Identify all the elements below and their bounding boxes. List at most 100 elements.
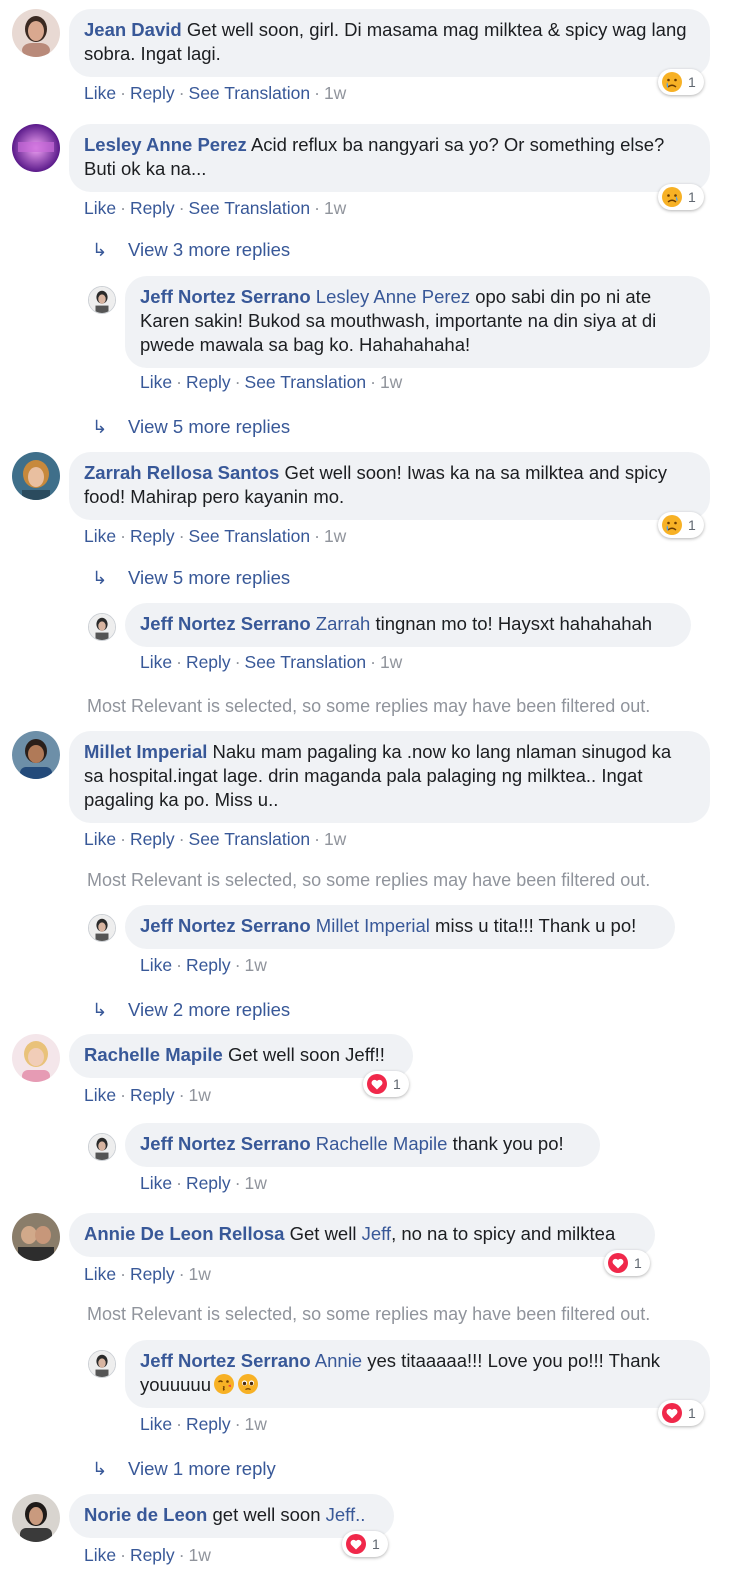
timestamp[interactable]: 1w	[245, 955, 267, 975]
timestamp[interactable]: 1w	[380, 372, 402, 392]
avatar[interactable]	[88, 1350, 116, 1378]
mention-link[interactable]: Millet Imperial	[316, 915, 430, 936]
like-link[interactable]: Like	[84, 1085, 116, 1105]
like-link[interactable]: Like	[140, 652, 172, 672]
reaction-summary[interactable]: 1	[342, 1531, 388, 1557]
comment-author[interactable]: Rachelle Mapile	[84, 1044, 223, 1065]
mention-link[interactable]: Lesley Anne Perez	[316, 286, 470, 307]
timestamp[interactable]: 1w	[380, 652, 402, 672]
comment-bubble: Zarrah Rellosa Santos Get well soon! Iwa…	[69, 452, 710, 520]
view-more-replies[interactable]: ↳ View 5 more replies	[92, 567, 290, 589]
reply-link[interactable]: Reply	[130, 1085, 175, 1105]
view-more-replies[interactable]: ↳ View 2 more replies	[92, 999, 290, 1021]
comment-author[interactable]: Millet Imperial	[84, 741, 207, 762]
comment-author[interactable]: Zarrah Rellosa Santos	[84, 462, 279, 483]
reply-link[interactable]: Reply	[130, 1545, 175, 1565]
reply-author[interactable]: Jeff Nortez Serrano	[140, 286, 311, 307]
like-link[interactable]: Like	[140, 955, 172, 975]
reaction-summary[interactable]: 1	[363, 1071, 409, 1097]
avatar[interactable]	[88, 914, 116, 942]
reaction-summary[interactable]: 1	[658, 69, 704, 95]
see-translation-link[interactable]: See Translation	[189, 829, 311, 849]
comment-author[interactable]: Jean David	[84, 19, 182, 40]
like-link[interactable]: Like	[140, 1173, 172, 1193]
like-link[interactable]: Like	[84, 1545, 116, 1565]
comment-author[interactable]: Annie De Leon Rellosa	[84, 1223, 284, 1244]
avatar[interactable]	[88, 613, 116, 641]
comment-author[interactable]: Lesley Anne Perez	[84, 134, 247, 155]
reply-author[interactable]: Jeff Nortez Serrano	[140, 1133, 311, 1154]
reaction-summary[interactable]: 1	[658, 512, 704, 538]
avatar[interactable]	[12, 452, 60, 500]
reply-link[interactable]: Reply	[130, 1264, 175, 1284]
reaction-count: 1	[372, 1536, 380, 1552]
mention-link[interactable]: Jeff	[362, 1223, 391, 1244]
see-translation-link[interactable]: See Translation	[189, 526, 311, 546]
reply-author[interactable]: Jeff Nortez Serrano	[140, 1350, 311, 1371]
reply-link[interactable]: Reply	[186, 1414, 231, 1434]
reply-link[interactable]: Reply	[130, 526, 175, 546]
like-link[interactable]: Like	[84, 1264, 116, 1284]
timestamp[interactable]: 1w	[245, 1414, 267, 1434]
separator: ·	[120, 83, 126, 103]
avatar[interactable]	[12, 9, 60, 57]
separator: ·	[178, 1545, 185, 1565]
view-more-replies[interactable]: ↳ View 1 more reply	[92, 1458, 276, 1480]
timestamp[interactable]: 1w	[245, 1173, 267, 1193]
mention-link[interactable]: Rachelle Mapile	[316, 1133, 448, 1154]
avatar[interactable]	[12, 1213, 60, 1261]
see-translation-link[interactable]: See Translation	[245, 652, 367, 672]
mention-link[interactable]: Jeff..	[326, 1504, 366, 1525]
comment-author[interactable]: Norie de Leon	[84, 1504, 207, 1525]
reaction-summary[interactable]: 1	[604, 1250, 650, 1276]
mention-link[interactable]: Zarrah	[316, 613, 371, 634]
reply-link[interactable]: Reply	[130, 83, 175, 103]
mention-link[interactable]: Annie	[315, 1350, 362, 1371]
comments-thread: Jean David Get well soon, girl. Di masam…	[0, 0, 750, 1575]
reply-arrow-icon: ↳	[92, 1459, 108, 1479]
separator: ·	[120, 526, 126, 546]
comment-bubble: Jean David Get well soon, girl. Di masam…	[69, 9, 710, 77]
timestamp[interactable]: 1w	[324, 829, 346, 849]
timestamp[interactable]: 1w	[324, 526, 346, 546]
reply-link[interactable]: Reply	[186, 955, 231, 975]
reply-link[interactable]: Reply	[186, 372, 231, 392]
reply-link[interactable]: Reply	[130, 829, 175, 849]
avatar[interactable]	[12, 1494, 60, 1542]
view-more-replies[interactable]: ↳ View 5 more replies	[92, 416, 290, 438]
separator: ·	[178, 526, 185, 546]
see-translation-link[interactable]: See Translation	[189, 83, 311, 103]
comment-bubble: Norie de Leon get well soon Jeff..	[69, 1494, 394, 1538]
like-link[interactable]: Like	[84, 526, 116, 546]
view-more-replies[interactable]: ↳ View 3 more replies	[92, 239, 290, 261]
like-link[interactable]: Like	[84, 198, 116, 218]
like-link[interactable]: Like	[140, 372, 172, 392]
timestamp[interactable]: 1w	[189, 1264, 211, 1284]
reaction-summary[interactable]: 1	[658, 1400, 704, 1426]
avatar[interactable]	[88, 286, 116, 314]
reply-link[interactable]: Reply	[186, 1173, 231, 1193]
timestamp[interactable]: 1w	[324, 198, 346, 218]
reply-author[interactable]: Jeff Nortez Serrano	[140, 613, 311, 634]
timestamp[interactable]: 1w	[189, 1545, 211, 1565]
avatar[interactable]	[12, 1034, 60, 1082]
reply-link[interactable]: Reply	[130, 198, 175, 218]
see-translation-link[interactable]: See Translation	[189, 198, 311, 218]
like-link[interactable]: Like	[84, 83, 116, 103]
avatar[interactable]	[12, 124, 60, 172]
timestamp[interactable]: 1w	[189, 1085, 211, 1105]
reply-link[interactable]: Reply	[186, 652, 231, 672]
separator: ·	[176, 652, 182, 672]
separator: ·	[234, 372, 241, 392]
like-link[interactable]: Like	[84, 829, 116, 849]
avatar[interactable]	[12, 731, 60, 779]
comment-actions: Like · Reply · 1w	[84, 1545, 211, 1566]
see-translation-link[interactable]: See Translation	[245, 372, 367, 392]
avatar[interactable]	[88, 1133, 116, 1161]
heart-icon	[608, 1253, 628, 1273]
separator: ·	[234, 652, 241, 672]
like-link[interactable]: Like	[140, 1414, 172, 1434]
reaction-summary[interactable]: 1	[658, 184, 704, 210]
reply-author[interactable]: Jeff Nortez Serrano	[140, 915, 311, 936]
timestamp[interactable]: 1w	[324, 83, 346, 103]
